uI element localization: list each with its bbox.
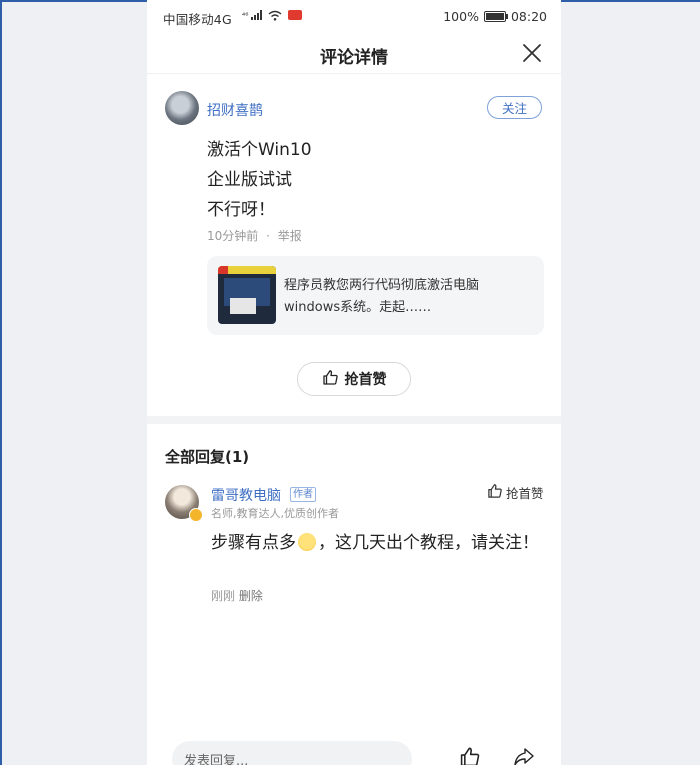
close-icon[interactable] — [521, 42, 543, 64]
reply-like-button[interactable]: 抢首赞 — [487, 483, 544, 502]
delete-link[interactable]: 删除 — [239, 589, 263, 603]
reply-time: 刚刚 — [211, 589, 236, 603]
page-title: 评论详情 — [320, 48, 388, 68]
page-header: 评论详情 — [147, 34, 561, 72]
reply-meta: 刚刚 删除 — [211, 587, 263, 604]
phone-screen: 中国移动4G ⁴⁶ 100% 08:20 评论详情 招财喜鹊 关注 激活个Win… — [147, 0, 561, 765]
comment-text-line: 企业版试试 — [207, 170, 292, 190]
comment-text-line: 不行呀！ — [207, 200, 275, 220]
reply-user-description: 名师,教育达人,优质创作者 — [211, 507, 339, 520]
article-title: 程序员教您两行代码彻底激活电脑windows系统。走起…… — [284, 278, 480, 315]
smile-emoji-icon — [298, 533, 316, 551]
bottom-bar: 发表回复... — [147, 730, 561, 765]
comment-time: 10分钟前 — [207, 229, 259, 243]
article-thumbnail — [218, 266, 276, 324]
clock: 08:20 — [510, 9, 547, 24]
thumbs-up-icon — [322, 369, 339, 390]
wifi-icon — [268, 10, 282, 21]
comment-text-line: 激活个Win10 — [207, 140, 312, 160]
section-divider — [147, 416, 561, 424]
header-divider — [147, 73, 561, 74]
comment-username[interactable]: 招财喜鹊 — [207, 100, 263, 120]
reply-text-part: ，这几天出个教程，请关注！ — [318, 533, 539, 553]
report-link[interactable]: 举报 — [278, 229, 302, 243]
reply-text: 步骤有点多 ，这几天出个教程，请关注！ — [211, 530, 541, 556]
comment-meta: 10分钟前 · 举报 — [207, 227, 302, 244]
thumbs-up-icon — [487, 483, 503, 502]
carrier-label: 中国移动4G — [163, 12, 232, 27]
like-first-button[interactable]: 抢首赞 — [297, 362, 411, 396]
battery-icon — [483, 11, 508, 22]
network-type-badge: ⁴⁶ — [242, 11, 249, 20]
verified-badge-icon — [189, 508, 203, 522]
share-icon[interactable] — [512, 745, 536, 765]
like-first-label: 抢首赞 — [344, 372, 387, 388]
avatar[interactable] — [165, 91, 199, 125]
follow-button[interactable]: 关注 — [487, 96, 542, 119]
reply-username[interactable]: 雷哥教电脑 — [211, 485, 281, 505]
reply-text-part: 步骤有点多 — [211, 533, 296, 553]
thumbs-up-icon[interactable] — [459, 746, 481, 765]
reply-like-label: 抢首赞 — [506, 486, 544, 501]
app-notification-icon — [288, 10, 303, 20]
signal-icon — [251, 10, 263, 20]
status-right: 100% 08:20 — [443, 9, 547, 24]
linked-article-card[interactable]: 程序员教您两行代码彻底激活电脑windows系统。走起…… — [207, 256, 544, 335]
window-frame-left — [0, 0, 2, 765]
reply-input[interactable]: 发表回复... — [172, 741, 412, 765]
status-bar: 中国移动4G ⁴⁶ 100% 08:20 — [147, 0, 561, 34]
meta-separator: · — [266, 229, 270, 243]
battery-percent: 100% — [443, 9, 479, 24]
signal-icons: ⁴⁶ — [242, 10, 303, 21]
replies-title: 全部回复(1) — [165, 448, 250, 466]
author-tag: 作者 — [290, 487, 316, 502]
